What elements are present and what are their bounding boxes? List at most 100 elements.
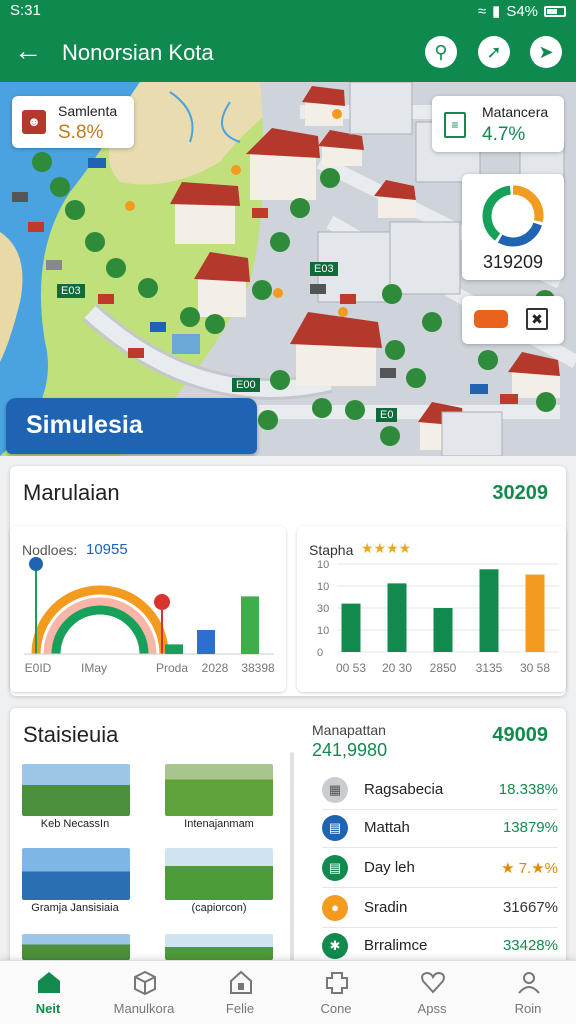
x-tick-label: 20 30 (382, 661, 412, 675)
chart-bar (479, 569, 499, 652)
coin-icon: ● (322, 895, 348, 921)
status-bar: S:31 ≈ ▮ S4% (0, 0, 576, 24)
chart-bar (241, 596, 259, 654)
matancera-label: Matancera (482, 104, 549, 120)
stat-row-value: 18.338% (498, 781, 558, 798)
home-icon (38, 972, 60, 993)
people-photo-icon[interactable] (22, 848, 130, 900)
road-sign: E03 (310, 262, 338, 276)
stat-row[interactable]: ● Sradin 31667% (322, 890, 558, 928)
bus-icon: ▤ (322, 815, 348, 841)
dog-photo-icon[interactable] (165, 764, 273, 816)
nodloes-chart-card[interactable]: Nodloes: 10955 E0ID IMay Proda 2028 38398 (10, 526, 286, 692)
marulaian-panel: Marulaian 30209 Nodloes: 10955 E0ID IMay P… (10, 466, 566, 696)
x-tick-label: 00 53 (336, 661, 366, 675)
nav-item-roin[interactable]: Roin (480, 961, 576, 1024)
road-sign: E03 (57, 284, 85, 298)
stat-row-name: Day leh (364, 859, 415, 876)
location-icon[interactable]: ➤ (530, 36, 562, 68)
x-tick-label: 30 58 (520, 661, 550, 675)
manapattan-value: 241,9980 (312, 740, 388, 760)
x-tick-label: 2028 (202, 661, 229, 675)
bug-icon: ✱ (322, 933, 348, 959)
donut-value: 319209 (482, 252, 544, 272)
x-tick-label: 38398 (241, 661, 275, 675)
samlenta-value: S.8% (58, 122, 104, 143)
profile-icon (518, 972, 540, 994)
nav-item-felie[interactable]: Felie (192, 961, 288, 1024)
clipboard-icon: ≡ (444, 112, 466, 138)
chart-bar (525, 574, 545, 652)
person-photo-icon[interactable] (165, 848, 273, 900)
y-tick-label: 30 (317, 603, 329, 615)
chart-bar (165, 644, 183, 654)
stat-row-name: Ragsabecia (364, 781, 444, 798)
x-tick-label: Proda (156, 661, 188, 675)
people-photo-icon[interactable] (22, 934, 130, 960)
stat-row-value: ★ 7.★% (501, 860, 558, 877)
app-bar: ← Nonorsian Kota ⚲ ➚ ➤ (0, 24, 576, 82)
samlenta-card[interactable]: ☻ Samlenta S.8% (12, 96, 134, 148)
status-time: S:31 (10, 2, 41, 19)
x-tick-label: E0ID (25, 661, 52, 675)
stat-row[interactable]: ▤ Day leh ★ 7.★% (322, 850, 558, 888)
battery-percent: S4% (506, 2, 538, 20)
chart-bar (433, 608, 453, 652)
person-photo-icon[interactable] (165, 934, 273, 960)
x-tick-label: IMay (81, 661, 107, 675)
bus-icon: ✖ (526, 308, 548, 330)
nav-item-manulkora[interactable]: Manulkora (96, 961, 192, 1024)
y-tick-label: 10 (317, 625, 329, 637)
nav-label: Felie (225, 1001, 255, 1016)
manapattan-label: Manapattan (312, 722, 386, 738)
map-pin-icon (29, 557, 43, 571)
nav-label: Roin (514, 1001, 542, 1016)
stat-row-name: Sradin (364, 899, 408, 916)
thumbnail-caption: (capiorcon) (191, 902, 247, 914)
y-tick-label: 10 (317, 559, 329, 571)
stat-row-name: Mattah (364, 819, 410, 836)
statistics-title: Staisieuia (23, 722, 119, 747)
compass-icon[interactable]: ➚ (478, 36, 510, 68)
nav-item-cone[interactable]: Cone (288, 961, 384, 1024)
stat-row-name: Brralimce (364, 937, 428, 954)
puzzle-icon (326, 972, 348, 994)
signal-icon: ▮ (492, 3, 501, 20)
thumbnail-caption: Gramja Jansisiaia (31, 902, 119, 914)
stat-row-value: 31667% (502, 899, 558, 916)
city-map[interactable]: E03 E03 E00 E0 ☻ Samlenta S.8% ≡ Matance… (0, 82, 576, 456)
person-icon: ☻ (22, 110, 46, 134)
page-title: Nonorsian Kota (62, 40, 214, 65)
search-icon[interactable]: ⚲ (425, 36, 457, 68)
matancera-card[interactable]: ≡ Matancera 4.7% (432, 96, 564, 152)
nav-item-apss[interactable]: Apss (384, 961, 480, 1024)
gauge-arc (51, 605, 149, 655)
y-tick-label: 0 (317, 647, 323, 659)
stapha-chart-card[interactable]: Stapha ★★★★ 10 10 30 10 0 00 53 20 30 2850 3135 3… (297, 526, 566, 692)
y-tick-label: 10 (317, 581, 329, 593)
stat-row[interactable]: ▤ Mattah 13879% (322, 810, 558, 848)
stat-row[interactable]: ▦ Ragsabecia 18.338% (322, 772, 558, 810)
manapattan-total: 49009 (492, 724, 548, 746)
bar-chart: 10 10 30 10 0 00 53 20 30 2850 3135 30 58 (317, 559, 559, 675)
marulaian-value: 30209 (492, 482, 548, 504)
nav-label: Neit (35, 1001, 61, 1016)
simulesia-banner[interactable]: Simulesia (6, 398, 257, 454)
map-pin-icon (154, 594, 170, 610)
wifi-icon: ≈ (477, 2, 487, 20)
vehicle-card[interactable]: ✖ (462, 296, 564, 344)
arrow-left-icon[interactable]: ← (14, 36, 42, 66)
donut-card[interactable]: 319209 (462, 174, 564, 280)
lock-house-icon (230, 970, 252, 994)
bus-icon: ▤ (322, 855, 348, 881)
grid-icon: ▦ (322, 777, 348, 803)
x-tick-label: 3135 (476, 661, 503, 675)
car-icon (474, 310, 508, 328)
x-tick-label: 2850 (430, 661, 457, 675)
bottom-navigation: Neit Manulkora Felie Cone Apss Roin (0, 960, 576, 1024)
samlenta-label: Samlenta (58, 103, 118, 119)
nav-item-neit[interactable]: Neit (0, 961, 96, 1024)
people-photo-icon[interactable] (22, 764, 130, 816)
chart-bar (341, 603, 361, 652)
stat-row-value: 13879% (502, 819, 558, 836)
